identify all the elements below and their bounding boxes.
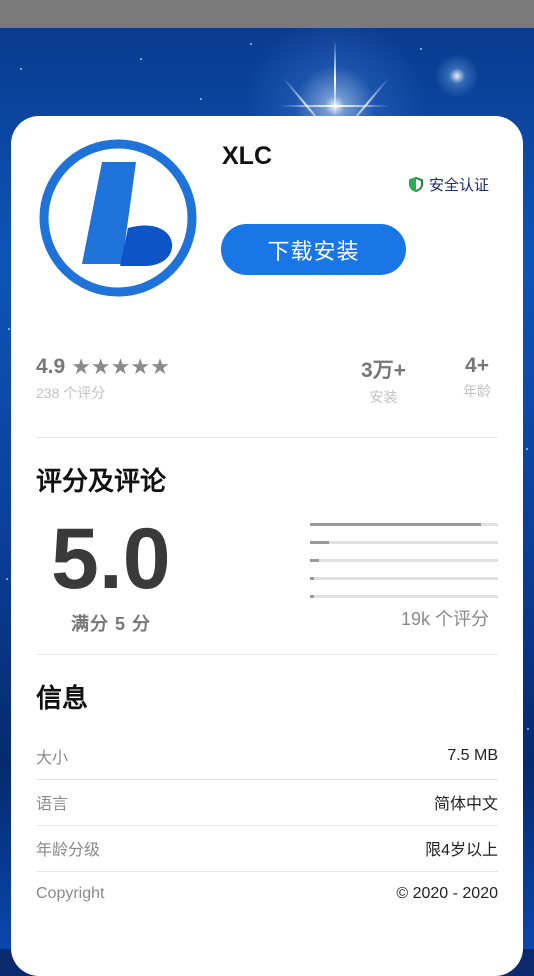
divider [36,437,498,438]
age-stat: 4+ 年龄 [463,354,491,401]
rating-bar-3-star [310,559,498,562]
info-row-language: 语言 简体中文 [36,779,498,826]
age-value: 4+ [465,354,489,377]
info-key: 大小 [36,750,69,767]
installs-label: 安装 [369,389,398,405]
rating-bar-4-star [310,541,498,544]
security-badge: 安全认证 [408,174,489,195]
app-name: XLC [222,142,272,170]
info-key: 年龄分级 [36,842,101,859]
top-status-bar [0,0,534,28]
rating-value: 4.9 [36,355,66,378]
divider [36,654,498,655]
info-value: © 2020 - 2020 [396,885,498,902]
rating-bar-2-star [310,577,498,580]
rating-bar-fill [310,541,329,544]
app-detail-card: XLC 安全认证 下载安装 4.9 ★★★★★ 238 个评分 3万+ 安装 4… [11,116,523,976]
rating-bar-fill [310,577,314,580]
rating-distribution [310,523,498,613]
info-row-age-rating: 年龄分级 限4岁以上 [36,825,498,872]
rating-bar-1-star [310,595,498,598]
rating-bar-fill [310,559,320,562]
score-out-of: 满分 5 分 [71,614,152,634]
info-value: 简体中文 [433,796,498,813]
light-flare-horizontal [280,105,390,107]
info-key: Copyright [36,885,105,902]
rating-count: 238 个评分 [36,385,106,401]
shield-icon [409,177,423,192]
rating-stars-icon: ★★★★★ [71,354,170,379]
rating-bar-fill [310,595,314,598]
download-install-button[interactable]: 下载安装 [221,224,406,275]
info-section-title: 信息 [36,683,89,713]
reviews-section-title: 评分及评论 [36,466,167,496]
installs-value: 3万+ [361,359,406,382]
rating-bar-fill [310,523,482,526]
average-score: 5.0 [51,511,171,607]
age-label: 年龄 [463,383,491,399]
info-value: 限4岁以上 [425,842,498,859]
installs-stat: 3万+ 安装 [361,354,406,407]
light-flare [334,40,336,120]
rating-stat: 4.9 ★★★★★ 238 个评分 [36,354,170,403]
security-badge-label: 安全认证 [429,177,490,194]
info-row-size: 大小 7.5 MB [36,733,498,780]
xlc-logo-icon [36,136,200,300]
info-value: 7.5 MB [447,747,498,764]
review-total-count: 19k 个评分 [401,609,490,629]
info-key: 语言 [36,796,69,813]
rating-bar-5-star [310,523,498,526]
info-row-copyright: Copyright © 2020 - 2020 [36,871,498,917]
